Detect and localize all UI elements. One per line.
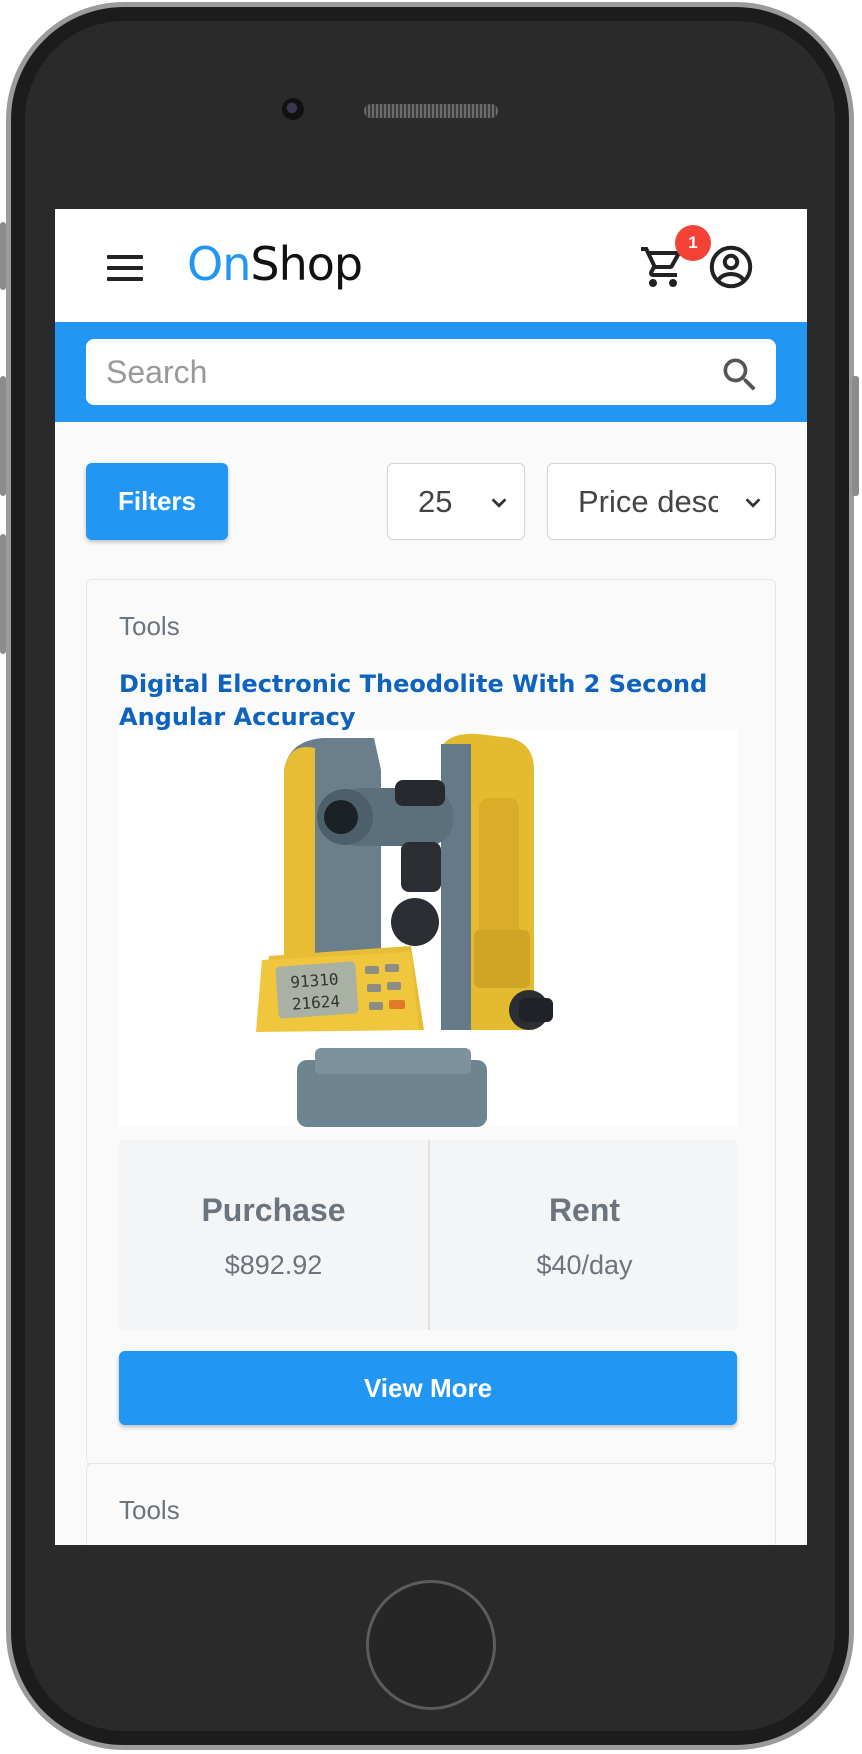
front-camera (282, 98, 304, 120)
purchase-label: Purchase (201, 1192, 346, 1228)
product-image[interactable]: 91310 21624 (119, 730, 737, 1127)
search-input[interactable] (106, 347, 706, 397)
per-page-select[interactable]: 25 (387, 463, 525, 540)
purchase-price: $892.92 (224, 1250, 323, 1280)
rent-label: Rent (548, 1192, 621, 1228)
sort-select[interactable]: Price desc (547, 463, 776, 540)
product-title-link[interactable]: Digital Electronic Theodolite With 2 Sec… (119, 668, 749, 734)
earpiece-speaker (364, 104, 498, 118)
filters-button[interactable]: Filters (86, 463, 228, 540)
phone-volume-up-button (0, 376, 6, 496)
chevron-down-icon (491, 498, 507, 508)
purchase-column: Purchase $892.92 (119, 1140, 428, 1330)
svg-text:91310: 91310 (290, 969, 339, 991)
product-card: Tools (86, 1463, 776, 1545)
search-icon[interactable] (718, 353, 762, 397)
rent-price: $40/day (536, 1250, 633, 1280)
phone-power-button (852, 376, 859, 496)
app-bar: OnShop 1 (55, 209, 807, 322)
svg-text:21624: 21624 (291, 991, 340, 1013)
price-panel: Purchase $892.92 Rent $40/day (119, 1140, 737, 1330)
phone-volume-down-button (0, 534, 6, 654)
search-box (86, 339, 776, 405)
view-more-button[interactable]: View More (119, 1351, 737, 1425)
menu-icon[interactable] (107, 255, 147, 283)
account-circle-icon[interactable] (707, 243, 755, 291)
rent-column: Rent $40/day (430, 1140, 739, 1330)
sort-value: Price desc (578, 484, 718, 519)
cart-count-badge: 1 (675, 225, 711, 261)
logo-on: On (187, 237, 251, 291)
product-category: Tools (119, 611, 180, 641)
phone-mute-switch (0, 222, 6, 290)
search-bar (55, 322, 807, 422)
product-card: Tools Digital Electronic Theodolite With… (86, 579, 776, 1465)
product-category: Tools (119, 1495, 180, 1525)
app-logo[interactable]: OnShop (187, 237, 363, 291)
app-screen: OnShop 1 Filters 25 Price desc (55, 209, 807, 1545)
chevron-down-icon (745, 498, 761, 508)
per-page-value: 25 (418, 484, 453, 519)
home-button[interactable] (366, 1580, 496, 1710)
logo-shop: Shop (250, 237, 363, 291)
